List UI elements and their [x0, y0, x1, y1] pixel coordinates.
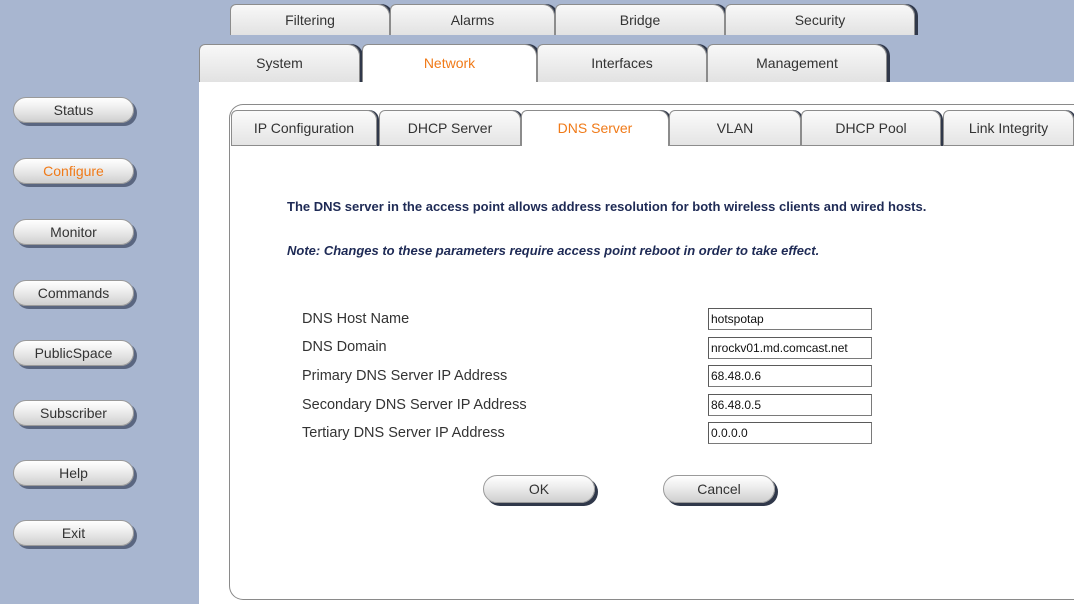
- sidebar-commands-button[interactable]: Commands: [13, 280, 134, 306]
- tab-security[interactable]: Security: [725, 4, 915, 35]
- page-intro-text: The DNS server in the access point allow…: [287, 199, 927, 214]
- reboot-note: Note: Changes to these parameters requir…: [287, 243, 820, 258]
- subtab-ip-configuration[interactable]: IP Configuration: [231, 110, 377, 146]
- dns-domain-label: DNS Domain: [302, 339, 387, 355]
- dns-domain-input[interactable]: [708, 337, 872, 359]
- subtab-bar: IP Configuration DHCP Server DNS Server …: [231, 110, 1074, 146]
- sidebar-subscriber-button[interactable]: Subscriber: [13, 400, 134, 426]
- primary-dns-input[interactable]: [708, 365, 872, 387]
- dns-host-name-label: DNS Host Name: [302, 311, 410, 327]
- dns-host-name-input[interactable]: [708, 308, 872, 330]
- subtab-dhcp-pool[interactable]: DHCP Pool: [801, 110, 941, 146]
- tab-filtering[interactable]: Filtering: [230, 4, 390, 35]
- tab-bridge[interactable]: Bridge: [555, 4, 725, 35]
- sidebar-configure-button[interactable]: Configure: [13, 158, 134, 184]
- subtab-dhcp-server[interactable]: DHCP Server: [379, 110, 521, 146]
- ok-button[interactable]: OK: [483, 475, 595, 503]
- tertiary-dns-input[interactable]: [708, 422, 872, 444]
- subtab-dns-server[interactable]: DNS Server: [521, 110, 669, 146]
- sidebar-status-button[interactable]: Status: [13, 97, 134, 123]
- secondary-dns-input[interactable]: [708, 394, 872, 416]
- sidebar-nav: Status Configure Monitor Commands Public…: [0, 0, 199, 604]
- secondary-dns-label: Secondary DNS Server IP Address: [302, 397, 527, 413]
- tab-interfaces[interactable]: Interfaces: [537, 44, 707, 82]
- tab-management[interactable]: Management: [707, 44, 887, 82]
- cancel-button[interactable]: Cancel: [663, 475, 775, 503]
- tab-system[interactable]: System: [199, 44, 360, 82]
- sidebar-help-button[interactable]: Help: [13, 460, 134, 486]
- sidebar-publicspace-button[interactable]: PublicSpace: [13, 340, 134, 366]
- primary-dns-label: Primary DNS Server IP Address: [302, 368, 508, 384]
- tab-network[interactable]: Network: [362, 44, 537, 82]
- sidebar-monitor-button[interactable]: Monitor: [13, 219, 134, 245]
- subtab-vlan[interactable]: VLAN: [669, 110, 801, 146]
- subtab-link-integrity[interactable]: Link Integrity: [943, 110, 1074, 146]
- tab-alarms[interactable]: Alarms: [390, 4, 555, 35]
- tertiary-dns-label: Tertiary DNS Server IP Address: [302, 425, 505, 441]
- sidebar-exit-button[interactable]: Exit: [13, 520, 134, 546]
